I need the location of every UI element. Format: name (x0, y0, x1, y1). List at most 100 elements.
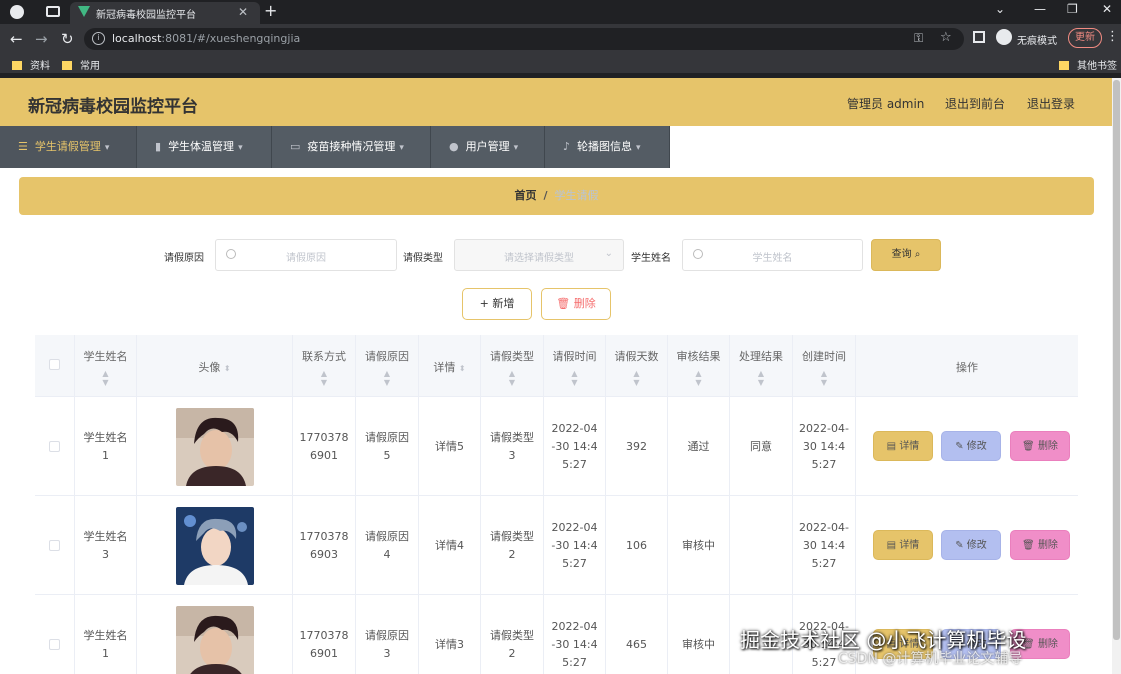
minimize-icon[interactable]: — (1034, 2, 1046, 16)
chevron-down-icon: ▾ (513, 143, 519, 153)
other-bookmarks[interactable]: 其他书签 (1059, 57, 1117, 72)
th-label: 创建时间 (802, 350, 846, 363)
sort-icon[interactable]: ▲ ▼ (668, 369, 729, 387)
detail-button[interactable]: ▤ 详情 (873, 431, 933, 461)
menu-item-carousel[interactable]: ♪ 轮播图信息 ▾ (545, 126, 670, 168)
cell-days: 106 (606, 496, 668, 595)
scrollbar-thumb[interactable] (1113, 80, 1120, 640)
site-info-icon[interactable]: i (92, 32, 105, 45)
reason-placeholder: 请假原因 (286, 253, 326, 264)
back-icon[interactable]: ← (10, 30, 23, 48)
avatar[interactable] (175, 605, 254, 674)
tab-close-icon[interactable]: ✕ (238, 5, 248, 19)
avatar[interactable] (175, 506, 254, 585)
select-all-checkbox[interactable] (49, 359, 60, 370)
type-placeholder: 请选择请假类型 (504, 253, 574, 264)
avatar[interactable] (175, 407, 254, 486)
cell-time: 2022-04-30 14:45:27 (544, 595, 606, 674)
cell-avatar (137, 595, 293, 674)
sort-icon[interactable]: ⬍ (224, 364, 231, 373)
cell-text: 请假原因3 (365, 628, 409, 660)
add-button[interactable]: + 新增 (462, 288, 532, 320)
pencil-icon: ✎ (955, 441, 964, 452)
th-result[interactable]: 处理结果 ▲ ▼ (730, 335, 793, 397)
menu-item-label: 轮播图信息 (577, 140, 633, 153)
th-ops: 操作 (856, 335, 1078, 397)
cell-text: 详情5 (435, 439, 464, 453)
bookmark-folder[interactable]: 资料 (12, 57, 50, 72)
th-phone[interactable]: 联系方式 ▲ ▼ (293, 335, 356, 397)
tab-list-chevron-icon[interactable]: ⌄ (995, 2, 1005, 16)
cell-text: 学生姓名1 (83, 628, 128, 660)
breadcrumb-home[interactable]: 首页 (514, 189, 536, 202)
th-avatar[interactable]: 头像 ⬍ (137, 335, 293, 397)
th-name[interactable]: 学生姓名 ▲ ▼ (75, 335, 137, 397)
new-tab-icon[interactable]: + (264, 1, 277, 20)
menu-item-users[interactable]: ● 用户管理 ▾ (431, 126, 545, 168)
sort-icon[interactable]: ▲ ▼ (606, 369, 667, 387)
row-checkbox[interactable] (49, 441, 60, 452)
th-label-wrap: 详情 ⬍ (419, 359, 480, 375)
th-time[interactable]: 请假时间 ▲ ▼ (544, 335, 606, 397)
sort-icon[interactable]: ⬍ (459, 364, 466, 373)
sort-icon[interactable]: ▲ ▼ (356, 369, 418, 387)
reload-icon[interactable]: ↻ (61, 30, 74, 48)
tab-search-icon[interactable] (46, 6, 60, 17)
th-type[interactable]: 请假类型 ▲ ▼ (481, 335, 544, 397)
row-checkbox[interactable] (49, 540, 60, 551)
forward-icon[interactable]: → (35, 30, 48, 48)
delete-button[interactable]: 🗑 删除 (1010, 530, 1070, 560)
bookmark-folder[interactable]: 常用 (62, 57, 100, 72)
app-header: 新冠病毒校园监控平台 管理员 admin 退出到前台 退出登录 (0, 78, 1112, 126)
cell-text: 17703786901 (299, 430, 349, 462)
sort-icon[interactable]: ▲ ▼ (793, 369, 855, 387)
th-reason[interactable]: 请假原因 ▲ ▼ (356, 335, 419, 397)
th-created[interactable]: 创建时间 ▲ ▼ (793, 335, 856, 397)
vue-logo-icon (78, 6, 90, 17)
edit-button[interactable]: ✎ 修改 (941, 530, 1001, 560)
sort-icon[interactable]: ▲ ▼ (293, 369, 355, 387)
window-close-icon[interactable]: ✕ (1102, 2, 1112, 16)
chevron-down-icon: ▾ (636, 143, 641, 153)
reason-input[interactable]: 请假原因 (215, 239, 397, 271)
browser-tab-strip: 新冠病毒校园监控平台 ✕ + ⌄ — ❐ ✕ (0, 0, 1121, 24)
cell-days: 392 (606, 397, 668, 496)
update-button[interactable]: 更新 (1068, 28, 1102, 48)
detail-button[interactable]: ▤ 详情 (873, 530, 933, 560)
logout-link[interactable]: 退出登录 (1027, 95, 1075, 112)
browser-profile-icon[interactable] (10, 5, 24, 19)
cell-created: 2022-04-30 14:45:27 (793, 496, 856, 595)
address-bar[interactable]: i localhost:8081/#/xueshengqingjia ⚿ ☆ (84, 28, 964, 50)
edit-button[interactable]: ✎ 修改 (941, 431, 1001, 461)
back-to-front-link[interactable]: 退出到前台 (945, 95, 1005, 112)
type-select[interactable]: 请选择请假类型 ⌄ (454, 239, 624, 271)
page-scrollbar[interactable] (1112, 78, 1121, 674)
incognito-icon[interactable] (996, 29, 1012, 45)
sort-icon[interactable]: ▲ ▼ (730, 369, 792, 387)
menu-item-leave[interactable]: ☰ 学生请假管理 ▾ (0, 126, 137, 168)
side-panel-icon[interactable] (973, 31, 985, 43)
sort-icon[interactable]: ▲ ▼ (481, 369, 543, 387)
cell-days: 465 (606, 595, 668, 674)
browser-menu-icon[interactable]: ⋮ (1106, 29, 1119, 44)
sort-icon[interactable]: ▲ ▼ (544, 369, 605, 387)
th-audit[interactable]: 审核结果 ▲ ▼ (668, 335, 730, 397)
delete-button[interactable]: 🗑 删除 (1010, 431, 1070, 461)
row-checkbox[interactable] (49, 639, 60, 650)
row-select-cell (35, 496, 75, 595)
sort-icon[interactable]: ▲ ▼ (75, 369, 136, 387)
cell-text: 392 (626, 439, 647, 453)
bookmark-star-icon[interactable]: ☆ (940, 30, 952, 45)
query-button[interactable]: 查询 ⌕ (871, 239, 941, 271)
cell-reason: 请假原因5 (356, 397, 419, 496)
browser-tab[interactable]: 新冠病毒校园监控平台 ✕ (70, 2, 260, 24)
menu-item-vaccine[interactable]: ▭ 疫苗接种情况管理 ▾ (272, 126, 431, 168)
batch-delete-button[interactable]: 🗑 删除 (541, 288, 611, 320)
key-icon[interactable]: ⚿ (914, 31, 923, 46)
th-detail[interactable]: 详情 ⬍ (419, 335, 481, 397)
incognito-label: 无痕模式 (1017, 36, 1057, 47)
restore-icon[interactable]: ❐ (1067, 2, 1078, 16)
th-days[interactable]: 请假天数 ▲ ▼ (606, 335, 668, 397)
name-input[interactable]: 学生姓名 (682, 239, 863, 271)
menu-item-temperature[interactable]: ▮ 学生体温管理 ▾ (137, 126, 272, 168)
